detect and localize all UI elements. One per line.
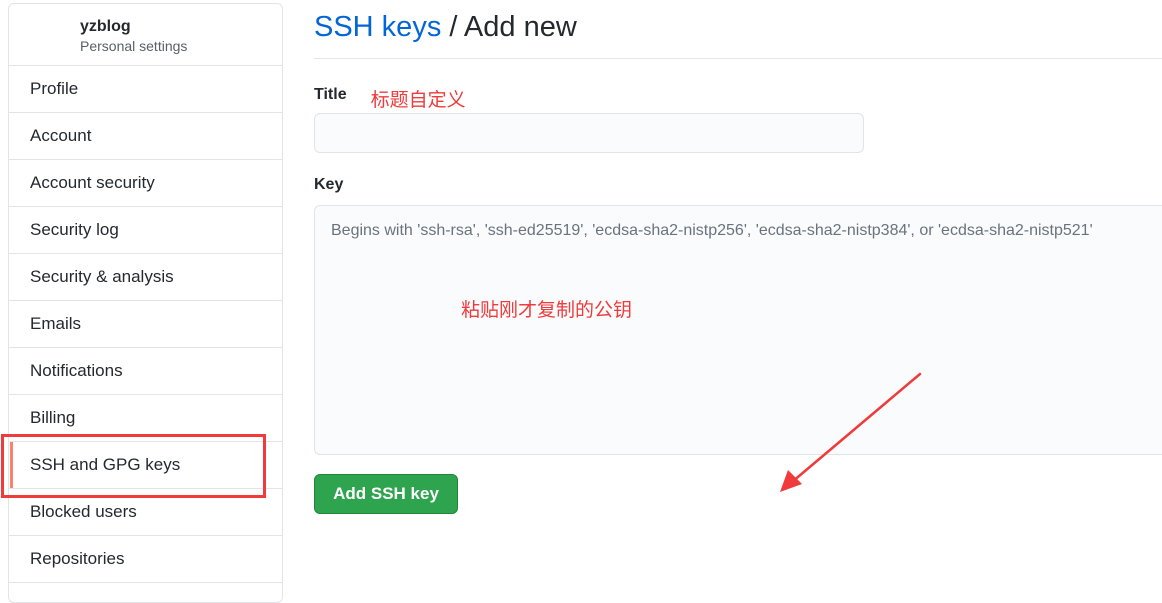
sidebar-item-repositories[interactable]: Repositories <box>9 536 282 583</box>
page-title: SSH keys / Add new <box>314 0 1162 59</box>
annotation-title-note: 标题自定义 <box>370 88 466 111</box>
sidebar-username[interactable]: yzblog <box>80 17 282 37</box>
sidebar-item-emails[interactable]: Emails <box>9 301 282 348</box>
key-label: Key <box>314 176 344 193</box>
sidebar-item-security-log[interactable]: Security log <box>9 207 282 254</box>
title-input[interactable] <box>314 113 864 153</box>
settings-sidebar: yzblog Personal settings Profile Account… <box>8 3 283 603</box>
key-placeholder: Begins with 'ssh-rsa', 'ssh-ed25519', 'e… <box>331 222 1093 239</box>
add-ssh-key-button[interactable]: Add SSH key <box>314 474 458 514</box>
breadcrumb-current: Add new <box>463 11 577 43</box>
sidebar-item-ssh-gpg-keys[interactable]: SSH and GPG keys <box>9 442 282 489</box>
sidebar-item-billing[interactable]: Billing <box>9 395 282 442</box>
title-label: Title <box>314 86 347 103</box>
annotation-key-note: 粘贴刚才复制的公钥 <box>461 299 633 321</box>
sidebar-item-account-security[interactable]: Account security <box>9 160 282 207</box>
breadcrumb-separator: / <box>441 11 464 43</box>
sidebar-subtitle: Personal settings <box>80 38 188 54</box>
sidebar-header: yzblog Personal settings <box>9 4 282 66</box>
arrow-head <box>780 470 802 492</box>
sidebar-item-blocked-users[interactable]: Blocked users <box>9 489 282 536</box>
sidebar-item-security-analysis[interactable]: Security & analysis <box>9 254 282 301</box>
breadcrumb-ssh-keys-link[interactable]: SSH keys <box>314 11 441 43</box>
sidebar-item-notifications[interactable]: Notifications <box>9 348 282 395</box>
sidebar-item-profile[interactable]: Profile <box>9 66 282 113</box>
sidebar-item-account[interactable]: Account <box>9 113 282 160</box>
key-textarea[interactable]: Begins with 'ssh-rsa', 'ssh-ed25519', 'e… <box>314 205 1162 455</box>
title-label-row: Title 标题自定义 <box>314 83 466 111</box>
main-content: SSH keys / Add new Title 标题自定义 Key Begin… <box>314 0 1162 514</box>
